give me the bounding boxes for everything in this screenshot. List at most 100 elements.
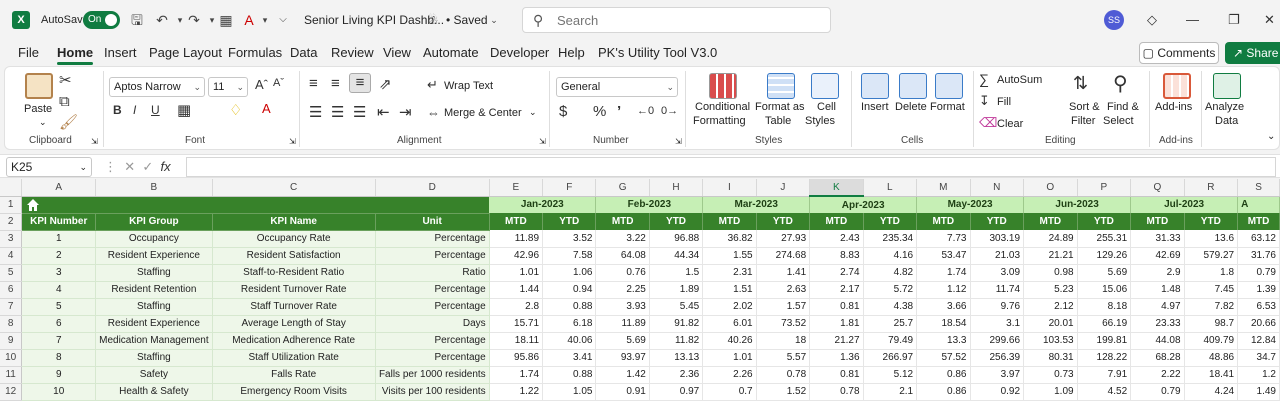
- value-cell[interactable]: 1.36: [809, 349, 864, 367]
- merge-icon[interactable]: ⇔: [427, 105, 440, 120]
- kpi-group-cell[interactable]: Health & Safety: [95, 383, 213, 401]
- value-cell[interactable]: 1.89: [649, 281, 704, 299]
- value-cell[interactable]: 9.76: [970, 298, 1025, 316]
- value-cell[interactable]: 8.83: [809, 247, 864, 265]
- underline-icon[interactable]: U: [151, 103, 160, 117]
- find-select-l2[interactable]: Select: [1103, 115, 1134, 127]
- comments-button[interactable]: ▢ Comments: [1139, 42, 1219, 64]
- value-cell[interactable]: 15.71: [489, 315, 544, 333]
- cut-icon[interactable]: ✂: [59, 71, 72, 89]
- value-cell[interactable]: 0.88: [542, 298, 597, 316]
- value-cell[interactable]: 579.27: [1184, 247, 1239, 265]
- font-family-select[interactable]: Aptos Narrow ⌄: [109, 77, 205, 97]
- tab-developer[interactable]: Developer: [490, 45, 549, 60]
- delete-cells-button[interactable]: Delete: [895, 101, 927, 113]
- value-cell[interactable]: 18.11: [489, 332, 544, 350]
- value-cell[interactable]: 1.12: [916, 281, 971, 299]
- value-cell[interactable]: 3.22: [595, 230, 650, 248]
- kpi-group-cell[interactable]: Staffing: [95, 298, 213, 316]
- conditional-formatting-l1[interactable]: Conditional: [695, 101, 750, 113]
- value-cell[interactable]: 0.92: [970, 383, 1025, 401]
- kpi-number-cell[interactable]: 8: [21, 349, 97, 367]
- number-launcher-icon[interactable]: ⇲: [675, 137, 682, 146]
- value-cell[interactable]: 40.26: [702, 332, 757, 350]
- column-header-n[interactable]: N: [970, 179, 1025, 197]
- value-cell[interactable]: 255.31: [1077, 230, 1132, 248]
- value-cell[interactable]: 0.78: [809, 383, 864, 401]
- increase-font-icon[interactable]: Aˆ: [255, 77, 268, 92]
- tab-data[interactable]: Data: [290, 45, 317, 60]
- italic-icon[interactable]: I: [133, 103, 136, 117]
- value-cell[interactable]: 1.01: [702, 349, 757, 367]
- tab-file[interactable]: File: [18, 45, 39, 60]
- kpi-number-cell[interactable]: 9: [21, 366, 97, 384]
- cell-styles-l2[interactable]: Styles: [805, 115, 835, 127]
- column-header-k[interactable]: K: [809, 179, 864, 197]
- kpi-name-cell[interactable]: Resident Satisfaction: [212, 247, 376, 265]
- value-cell[interactable]: 1.74: [916, 264, 971, 282]
- value-cell[interactable]: 1.2: [1237, 366, 1280, 384]
- format-as-table-l1[interactable]: Format as: [755, 101, 805, 113]
- value-cell[interactable]: 13.13: [649, 349, 704, 367]
- value-cell[interactable]: 53.47: [916, 247, 971, 265]
- saved-dropdown-icon[interactable]: ⌄: [485, 11, 503, 29]
- value-cell[interactable]: 1.52: [756, 383, 811, 401]
- align-right-icon[interactable]: ☰: [353, 103, 366, 121]
- value-cell[interactable]: 0.97: [649, 383, 704, 401]
- value-cell[interactable]: 0.79: [1237, 264, 1280, 282]
- tab-page-layout[interactable]: Page Layout: [149, 45, 222, 60]
- formula-input[interactable]: [186, 157, 1276, 177]
- value-cell[interactable]: 2.22: [1130, 366, 1185, 384]
- decrease-indent-icon[interactable]: ⇤: [377, 103, 390, 121]
- kpi-group-cell[interactable]: Resident Retention: [95, 281, 213, 299]
- autosum-icon[interactable]: ∑: [979, 71, 989, 87]
- unit-cell[interactable]: Percentage: [375, 230, 490, 248]
- unit-cell[interactable]: Percentage: [375, 281, 490, 299]
- value-cell[interactable]: 6.18: [542, 315, 597, 333]
- value-cell[interactable]: 1.22: [489, 383, 544, 401]
- value-cell[interactable]: 2.43: [809, 230, 864, 248]
- font-size-select[interactable]: 11 ⌄: [208, 77, 248, 97]
- value-cell[interactable]: 1.51: [702, 281, 757, 299]
- find-select-icon[interactable]: ⚲: [1113, 71, 1128, 96]
- value-cell[interactable]: 1.57: [756, 298, 811, 316]
- column-header-d[interactable]: D: [375, 179, 490, 197]
- value-cell[interactable]: 6.53: [1237, 298, 1280, 316]
- row-header[interactable]: 1: [0, 196, 23, 214]
- paste-dropdown-icon[interactable]: ⌄: [39, 117, 47, 128]
- value-cell[interactable]: 1.42: [595, 366, 650, 384]
- kpi-group-cell[interactable]: Occupancy: [95, 230, 213, 248]
- value-cell[interactable]: 23.33: [1130, 315, 1185, 333]
- value-cell[interactable]: 129.26: [1077, 247, 1132, 265]
- value-cell[interactable]: 199.81: [1077, 332, 1132, 350]
- insert-function-icon[interactable]: fx: [161, 159, 171, 174]
- font-color-icon[interactable]: A: [262, 101, 271, 116]
- value-cell[interactable]: 0.7: [702, 383, 757, 401]
- value-cell[interactable]: 0.94: [542, 281, 597, 299]
- value-cell[interactable]: 1.8: [1184, 264, 1239, 282]
- column-header-h[interactable]: H: [649, 179, 704, 197]
- value-cell[interactable]: 3.97: [970, 366, 1025, 384]
- home-icon[interactable]: [25, 197, 41, 213]
- unit-cell[interactable]: Ratio: [375, 264, 490, 282]
- value-cell[interactable]: 3.09: [970, 264, 1025, 282]
- value-cell[interactable]: 5.12: [863, 366, 918, 384]
- fill-button[interactable]: Fill: [997, 96, 1011, 108]
- column-header-q[interactable]: Q: [1130, 179, 1185, 197]
- value-cell[interactable]: 13.6: [1184, 230, 1239, 248]
- wrap-text-icon[interactable]: ↵: [427, 77, 438, 93]
- value-cell[interactable]: 21.03: [970, 247, 1025, 265]
- restore-icon[interactable]: ❐: [1228, 12, 1240, 28]
- undo-icon[interactable]: ↶: [153, 11, 171, 29]
- value-cell[interactable]: 1.05: [542, 383, 597, 401]
- value-cell[interactable]: 7.45: [1184, 281, 1239, 299]
- value-cell[interactable]: 80.31: [1023, 349, 1078, 367]
- value-cell[interactable]: 8.18: [1077, 298, 1132, 316]
- value-cell[interactable]: 44.08: [1130, 332, 1185, 350]
- format-as-table-icon[interactable]: [767, 73, 795, 99]
- align-top-icon[interactable]: ≡: [309, 75, 318, 92]
- value-cell[interactable]: 1.55: [702, 247, 757, 265]
- value-cell[interactable]: 7.73: [916, 230, 971, 248]
- column-header-r[interactable]: R: [1184, 179, 1239, 197]
- kpi-name-cell[interactable]: Medication Adherence Rate: [212, 332, 376, 350]
